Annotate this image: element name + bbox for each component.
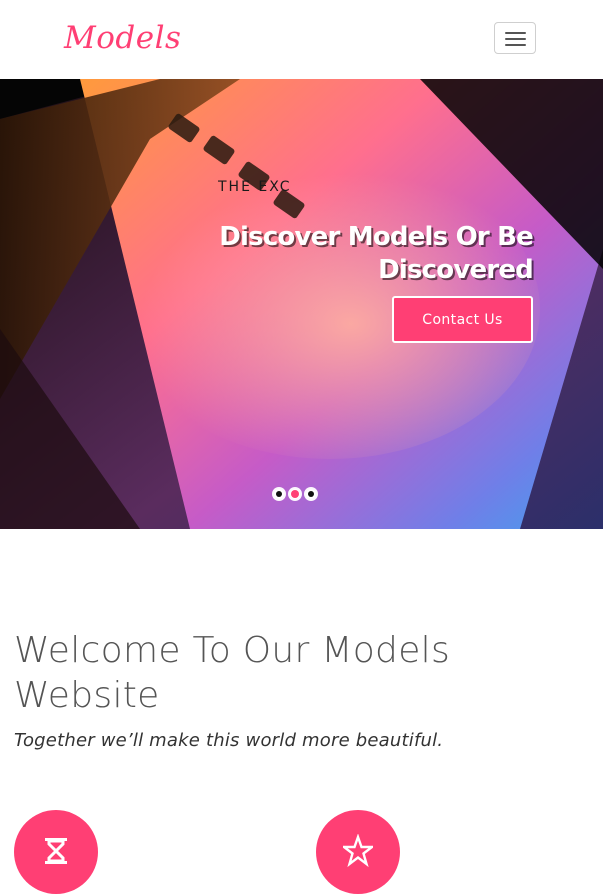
hero-kicker-text: THE EXCLUSIVE bbox=[218, 179, 290, 195]
carousel-indicators bbox=[274, 489, 316, 499]
contact-us-button[interactable]: Contact Us bbox=[392, 296, 533, 343]
welcome-subtitle: Together we’ll make this world more beau… bbox=[14, 730, 444, 751]
welcome-title: Welcome To Our Models Website bbox=[14, 630, 450, 716]
hero-heading: Discover Models Or Be Discovered bbox=[219, 222, 534, 285]
feature-hourglass-badge bbox=[14, 810, 98, 894]
site-logo[interactable]: Models bbox=[64, 16, 181, 60]
star-icon bbox=[343, 834, 373, 868]
feature-star-badge bbox=[316, 810, 400, 894]
carousel-indicator-1[interactable] bbox=[274, 489, 284, 499]
welcome-section: Welcome To Our Models Website Together w… bbox=[14, 628, 574, 751]
site-header: Models bbox=[0, 0, 603, 79]
hourglass-icon bbox=[45, 838, 67, 864]
hero-carousel[interactable]: THE EXCLUSIVE Discover Models Or Be Disc… bbox=[0, 79, 603, 529]
carousel-indicator-2[interactable] bbox=[290, 489, 300, 499]
navbar-toggle-button[interactable] bbox=[494, 22, 536, 54]
logo-text: Models bbox=[64, 20, 182, 56]
carousel-indicator-3[interactable] bbox=[306, 489, 316, 499]
